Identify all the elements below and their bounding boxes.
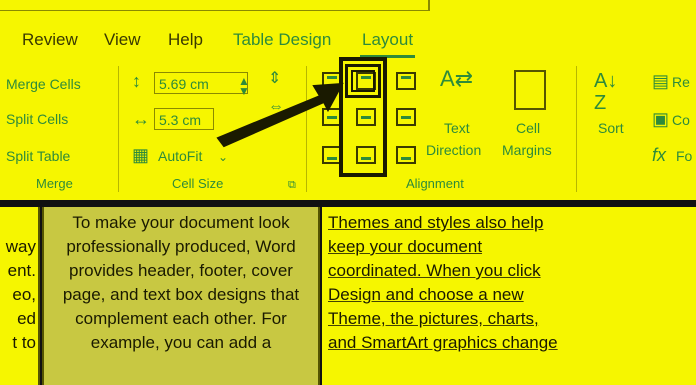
cell-line: example, you can add a [90, 333, 272, 352]
table-cell-selected[interactable]: To make your document look professionall… [42, 207, 320, 385]
title-corner [428, 0, 430, 10]
sort-icon[interactable]: A↓ [594, 71, 617, 91]
tab-help[interactable]: Help [168, 30, 203, 50]
cell-margins-label-2[interactable]: Margins [502, 142, 552, 158]
split-cells-button[interactable]: Split Cells [6, 111, 68, 127]
cell-line: Themes and styles also help [328, 213, 544, 232]
cell-line: ent. [7, 261, 36, 280]
sort-z-icon: Z [594, 92, 607, 114]
cell-line: professionally produced, Word [66, 237, 296, 256]
cell-line: eo, [12, 285, 36, 304]
cell-line: To make your document look [72, 213, 290, 232]
formula-button[interactable]: Fo [676, 148, 692, 164]
formula-icon: fx [652, 145, 667, 165]
group-separator [576, 66, 577, 192]
convert-to-text-button[interactable]: Co [672, 112, 690, 128]
cell-margins-icon[interactable] [514, 70, 546, 110]
cell-line: Design and choose a new [328, 285, 524, 304]
annotation-arrow-icon [216, 82, 344, 148]
cell-size-launcher-icon[interactable]: ⧉ [288, 176, 296, 194]
table-cell-right[interactable]: Themes and styles also help keep your do… [322, 207, 598, 385]
title-divider [0, 10, 430, 11]
align-top-right-button[interactable] [396, 72, 416, 90]
split-table-button[interactable]: Split Table [6, 148, 70, 164]
cell-margins-label-1[interactable]: Cell [516, 120, 540, 136]
ribbon-tabs: Review View Help Table Design Layout [0, 24, 696, 58]
cell-line: provides header, footer, cover [69, 261, 293, 280]
table-cell-left[interactable]: way ent. eo, ed t to [0, 207, 40, 385]
alignment-group-label: Alignment [406, 176, 464, 191]
title-strip [0, 0, 696, 20]
tab-layout[interactable]: Layout [359, 30, 416, 58]
align-center-right-button[interactable] [396, 108, 416, 126]
tab-review[interactable]: Review [22, 30, 78, 50]
merge-cells-button[interactable]: Merge Cells [6, 76, 81, 92]
document-area: way ent. eo, ed t to To make your docume… [0, 207, 696, 385]
document-margin [598, 207, 696, 385]
column-width-icon: ↔ [132, 109, 150, 129]
cell-line: keep your document [328, 237, 483, 256]
tab-view[interactable]: View [104, 30, 141, 50]
text-direction-label-2[interactable]: Direction [426, 142, 481, 158]
annotation-inner-box [351, 70, 375, 92]
row-height-icon: ↕ [132, 71, 141, 91]
tab-table-design[interactable]: Table Design [233, 30, 331, 50]
column-width-input[interactable]: 5.3 cm [154, 108, 214, 130]
cell-size-group-label: Cell Size [172, 176, 224, 191]
repeat-header-icon: ▤ [652, 71, 670, 91]
autofit-button[interactable]: AutoFit [158, 148, 202, 164]
convert-to-text-icon: ▣ [652, 109, 670, 129]
group-separator [118, 66, 119, 192]
document-top-border [0, 200, 696, 207]
cell-line: ed [17, 309, 36, 328]
align-bottom-right-button[interactable] [396, 146, 416, 164]
merge-group-label: Merge [36, 176, 73, 191]
cell-line: coordinated. When you click [328, 261, 541, 280]
autofit-chevron-down-icon[interactable]: ⌄ [218, 148, 228, 166]
repeat-header-button[interactable]: Re [672, 74, 690, 90]
cell-line: way [5, 237, 36, 256]
cell-line: complement each other. For [75, 309, 287, 328]
cell-line: t to [12, 333, 36, 352]
sort-button[interactable]: Sort [598, 120, 624, 136]
text-direction-icon[interactable]: A⇄ [440, 68, 473, 90]
cell-line: Theme, the pictures, charts, [328, 309, 539, 328]
autofit-icon: ▦ [132, 145, 150, 165]
text-direction-label-1[interactable]: Text [444, 120, 470, 136]
cell-line: and SmartArt graphics change [328, 333, 558, 352]
cell-line: page, and text box designs that [62, 285, 300, 304]
